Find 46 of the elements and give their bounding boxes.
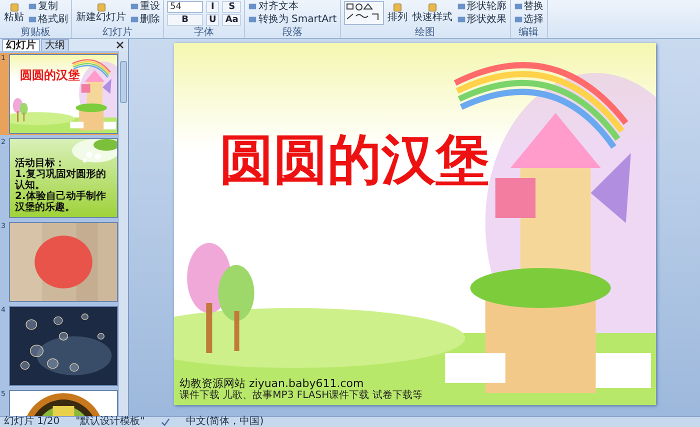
format-button[interactable]: B bbox=[167, 14, 203, 26]
thumbnail-title: 圆圆的汉堡 bbox=[20, 69, 80, 82]
format-button[interactable]: U bbox=[206, 14, 220, 26]
ribbon-button[interactable]: 删除 bbox=[130, 14, 160, 25]
ribbon-button[interactable]: 新建幻灯片 bbox=[75, 3, 127, 23]
slide-counter: 幻灯片 1/20 bbox=[4, 417, 60, 427]
thumbnail-text: 活动目标： bbox=[15, 158, 65, 169]
group-label: 幻灯片 bbox=[102, 27, 134, 38]
close-icon[interactable] bbox=[116, 41, 124, 49]
ribbon-button[interactable]: 排列 bbox=[386, 3, 409, 23]
group-label: 绘图 bbox=[414, 27, 436, 38]
square-icon bbox=[428, 3, 438, 12]
ribbon-button[interactable]: 转换为 SmartArt bbox=[248, 14, 337, 25]
ribbon-button[interactable]: 形状轮廓 bbox=[456, 1, 507, 12]
thumbnail-text: 2.体验自己动手制作汉堡的乐趣。 bbox=[15, 191, 107, 213]
ribbon-button[interactable]: 替换 bbox=[514, 1, 544, 12]
font-size-field[interactable]: 54 bbox=[167, 0, 203, 12]
thumbnail-text: 1.复习巩固对圆形的认知。 bbox=[15, 169, 107, 191]
panel-tab[interactable]: 幻灯片 bbox=[2, 39, 40, 51]
slide-title: 圆圆的汉堡 bbox=[220, 129, 490, 191]
ribbon-button[interactable]: 格式刷 bbox=[28, 14, 68, 25]
group-label: 段落 bbox=[282, 27, 304, 38]
website-note: 课件下载 儿歌、故事MP3 FLASH课件下载 试卷下载等 bbox=[180, 390, 422, 401]
format-button[interactable]: S bbox=[222, 0, 242, 12]
theme-name: "默认设计模板" bbox=[76, 417, 145, 427]
ribbon-button[interactable]: 快速样式 bbox=[412, 3, 454, 23]
square-icon bbox=[96, 3, 106, 12]
format-button[interactable]: Aa bbox=[222, 14, 242, 26]
panel-tab[interactable]: 大纲 bbox=[41, 39, 69, 51]
group-label: 剪贴板 bbox=[20, 27, 52, 38]
shapes-gallery[interactable] bbox=[344, 1, 384, 25]
ribbon-button[interactable]: 对齐文本 bbox=[248, 1, 337, 12]
ribbon-button[interactable]: 选择 bbox=[514, 14, 544, 25]
scrollbar[interactable] bbox=[118, 51, 128, 416]
ribbon-button[interactable]: 形状效果 bbox=[456, 14, 507, 25]
ribbon-button[interactable]: 复制 bbox=[28, 1, 68, 12]
ribbon-button[interactable]: 重设 bbox=[130, 1, 160, 12]
group-label: 编辑 bbox=[518, 27, 540, 38]
square-icon bbox=[393, 3, 402, 12]
website-text: 幼教资源网站 ziyuan.baby611.com bbox=[180, 377, 364, 390]
language-name: 中文(简体，中国) bbox=[186, 417, 264, 427]
group-label: 字体 bbox=[193, 27, 216, 38]
square-icon bbox=[10, 3, 18, 12]
format-button[interactable]: I bbox=[206, 0, 220, 12]
ribbon-button[interactable]: 粘贴 bbox=[3, 3, 25, 23]
spellcheck-icon[interactable] bbox=[160, 418, 170, 426]
